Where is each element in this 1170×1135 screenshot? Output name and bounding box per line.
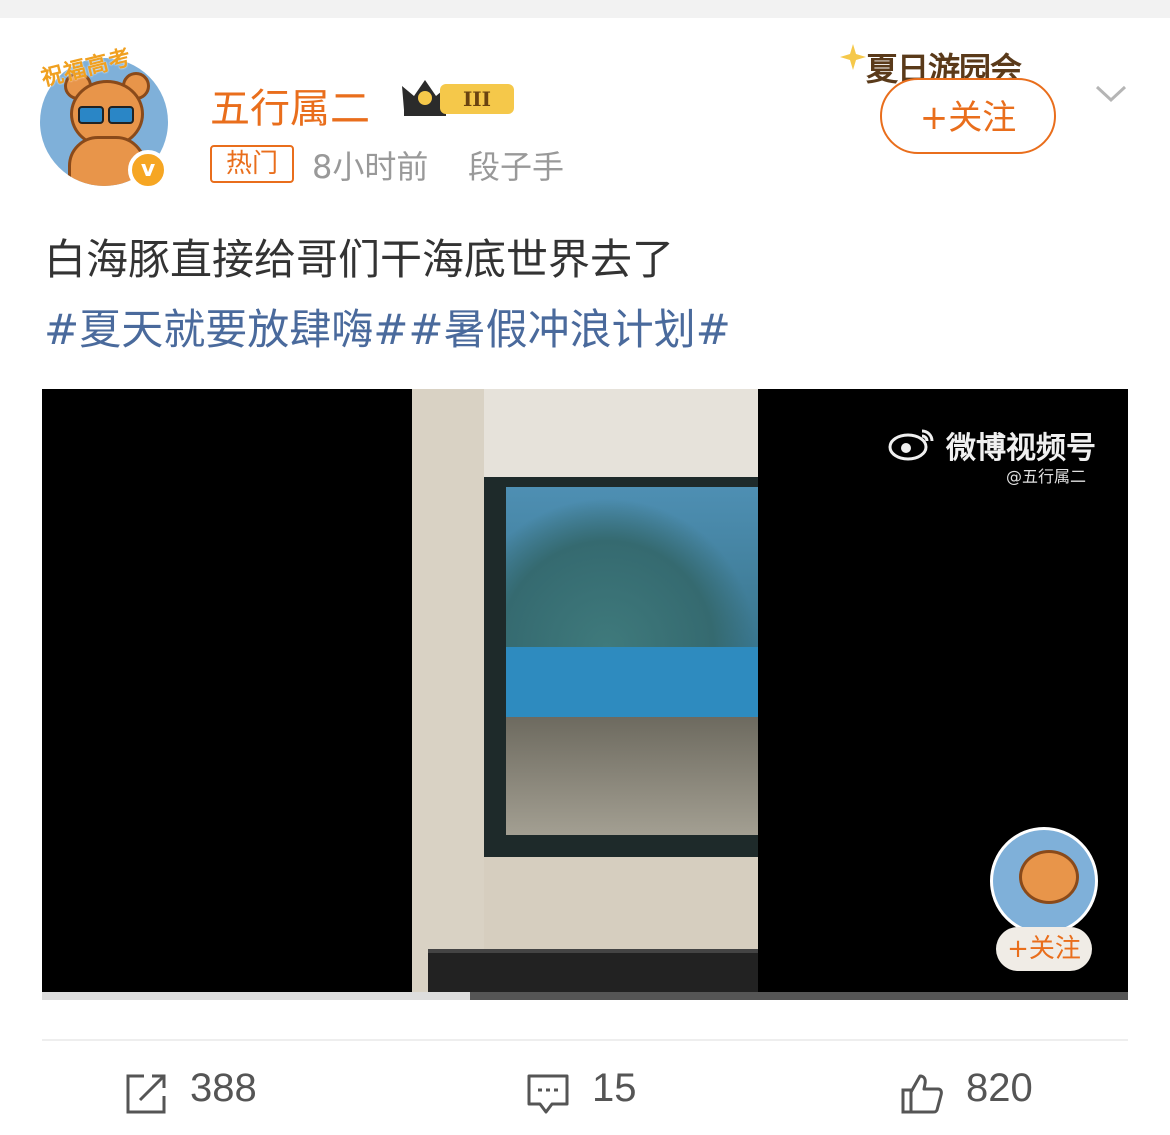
comment-count: 15 xyxy=(592,1066,637,1110)
video-avatar[interactable] xyxy=(990,827,1098,935)
verified-badge-icon: v xyxy=(128,150,168,190)
post-time: 8小时前 xyxy=(312,148,429,186)
share-icon xyxy=(126,1074,166,1114)
video-frame xyxy=(412,389,758,997)
member-level-badge[interactable]: III xyxy=(400,76,516,118)
hot-tag: 热门 xyxy=(210,145,294,183)
status-bar-strip xyxy=(0,0,1170,18)
share-count: 388 xyxy=(190,1066,257,1110)
watermark-user: @五行属二 xyxy=(1006,467,1087,486)
sparkle-icon xyxy=(840,44,866,70)
thumbs-up-icon xyxy=(901,1074,943,1114)
post-hashtags[interactable]: #夏天就要放肆嗨##暑假冲浪计划# xyxy=(44,296,731,357)
level-label: III xyxy=(440,84,514,114)
post-source: 段子手 xyxy=(468,148,565,186)
comment-icon xyxy=(527,1074,569,1114)
post-text: 白海豚直接给哥们干海底世界去了 xyxy=(44,235,675,284)
chevron-down-icon[interactable] xyxy=(1094,76,1128,110)
video-progress-fill xyxy=(42,992,470,1000)
divider xyxy=(42,1039,1128,1041)
watermark-brand: 微博视频号 xyxy=(946,431,1096,466)
video-progress-bar[interactable] xyxy=(42,992,1128,1000)
video-follow-button[interactable]: +关注 xyxy=(996,927,1092,971)
follow-button[interactable]: +关注 xyxy=(880,78,1056,154)
username[interactable]: 五行属二 xyxy=(210,76,370,134)
like-count: 820 xyxy=(966,1066,1033,1110)
weibo-logo-icon xyxy=(888,429,934,461)
video-player[interactable]: 微博视频号 @五行属二 +关注 xyxy=(42,389,1128,1000)
